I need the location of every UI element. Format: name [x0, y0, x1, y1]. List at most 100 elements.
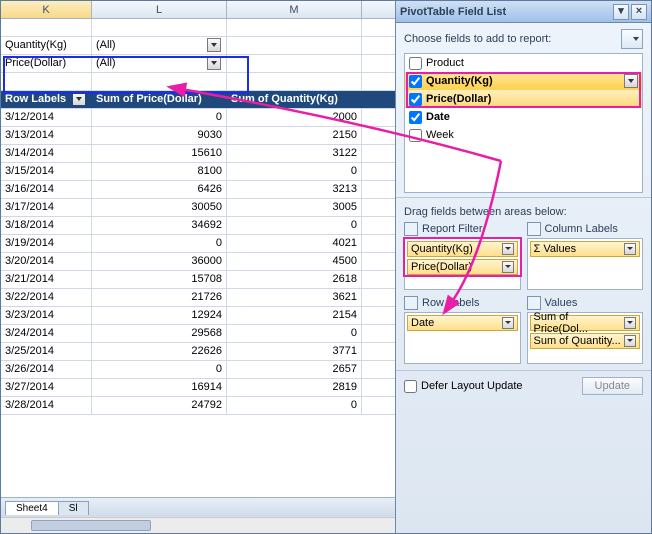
table-row[interactable]: 3/23/2014129242154: [1, 307, 395, 325]
qty-cell[interactable]: 0: [227, 397, 362, 414]
table-row[interactable]: 3/18/2014346920: [1, 217, 395, 235]
price-cell[interactable]: 0: [92, 109, 227, 126]
table-row[interactable]: 3/25/2014226263771: [1, 343, 395, 361]
sheet-tab[interactable]: Sl: [58, 501, 89, 515]
table-row[interactable]: 3/21/2014157082618: [1, 271, 395, 289]
qty-cell[interactable]: 2150: [227, 127, 362, 144]
price-cell[interactable]: 6426: [92, 181, 227, 198]
qty-cell[interactable]: 3213: [227, 181, 362, 198]
date-cell[interactable]: 3/26/2014: [1, 361, 92, 378]
table-row[interactable]: 3/28/2014247920: [1, 397, 395, 415]
qty-cell[interactable]: 2154: [227, 307, 362, 324]
price-cell[interactable]: 30050: [92, 199, 227, 216]
date-cell[interactable]: 3/18/2014: [1, 217, 92, 234]
date-cell[interactable]: 3/12/2014: [1, 109, 92, 126]
table-row[interactable]: 3/27/2014169142819: [1, 379, 395, 397]
price-cell[interactable]: 0: [92, 361, 227, 378]
chevron-down-icon[interactable]: ▾: [613, 4, 629, 20]
table-row[interactable]: 3/12/201402000: [1, 109, 395, 127]
date-cell[interactable]: 3/22/2014: [1, 289, 92, 306]
sheet-tab-active[interactable]: Sheet4: [5, 501, 59, 515]
filter-value[interactable]: (All): [92, 55, 227, 72]
field-row[interactable]: Price(Dollar): [405, 90, 642, 108]
qty-cell[interactable]: 2819: [227, 379, 362, 396]
price-cell[interactable]: 36000: [92, 253, 227, 270]
qty-cell[interactable]: 0: [227, 217, 362, 234]
price-cell[interactable]: 34692: [92, 217, 227, 234]
area-field-pill[interactable]: Sum of Quantity...: [530, 333, 641, 349]
field-row[interactable]: Product: [405, 54, 642, 72]
date-cell[interactable]: 3/27/2014: [1, 379, 92, 396]
date-cell[interactable]: 3/28/2014: [1, 397, 92, 414]
row-labels-header[interactable]: Row Labels: [1, 91, 92, 108]
price-cell[interactable]: 8100: [92, 163, 227, 180]
layout-options-button[interactable]: [621, 29, 643, 49]
column-header-K[interactable]: K: [1, 1, 92, 18]
price-cell[interactable]: 12924: [92, 307, 227, 324]
qty-cell[interactable]: 2000: [227, 109, 362, 126]
column-header-M[interactable]: M: [227, 1, 362, 18]
field-checkbox[interactable]: [409, 129, 422, 142]
price-cell[interactable]: 15610: [92, 145, 227, 162]
price-cell[interactable]: 29568: [92, 325, 227, 342]
date-cell[interactable]: 3/25/2014: [1, 343, 92, 360]
dropdown-icon[interactable]: [502, 243, 514, 255]
grid-body[interactable]: Quantity(Kg) (All) Price(Dollar) (All) R…: [1, 19, 395, 497]
horizontal-scrollbar[interactable]: [1, 517, 395, 533]
date-cell[interactable]: 3/23/2014: [1, 307, 92, 324]
price-cell[interactable]: 24792: [92, 397, 227, 414]
date-cell[interactable]: 3/20/2014: [1, 253, 92, 270]
area-field-pill[interactable]: Date: [407, 315, 518, 331]
table-row[interactable]: 3/13/201490302150: [1, 127, 395, 145]
table-row[interactable]: 3/22/2014217263621: [1, 289, 395, 307]
dropdown-icon[interactable]: [624, 243, 636, 255]
table-row[interactable]: 3/26/201402657: [1, 361, 395, 379]
field-checkbox[interactable]: [409, 57, 422, 70]
dropdown-icon[interactable]: [624, 317, 636, 329]
qty-cell[interactable]: 3771: [227, 343, 362, 360]
dropdown-icon[interactable]: [502, 317, 514, 329]
defer-update-checkbox[interactable]: [404, 380, 417, 393]
dropdown-icon[interactable]: [207, 56, 221, 70]
table-row[interactable]: 3/14/2014156103122: [1, 145, 395, 163]
area-field-pill[interactable]: Sum of Price(Dol...: [530, 315, 641, 331]
table-row[interactable]: 3/19/201404021: [1, 235, 395, 253]
date-cell[interactable]: 3/15/2014: [1, 163, 92, 180]
dropdown-icon[interactable]: [624, 74, 638, 88]
area-field-pill[interactable]: Quantity(Kg): [407, 241, 518, 257]
field-row[interactable]: Quantity(Kg): [405, 72, 642, 90]
qty-cell[interactable]: 3621: [227, 289, 362, 306]
field-checkbox[interactable]: [409, 75, 422, 88]
price-cell[interactable]: 21726: [92, 289, 227, 306]
qty-cell[interactable]: 2657: [227, 361, 362, 378]
area-field-pill[interactable]: Price(Dollar): [407, 259, 518, 275]
dropdown-icon[interactable]: [624, 335, 636, 347]
date-cell[interactable]: 3/17/2014: [1, 199, 92, 216]
qty-cell[interactable]: 3122: [227, 145, 362, 162]
column-header-L[interactable]: L: [92, 1, 227, 18]
qty-cell[interactable]: 4500: [227, 253, 362, 270]
date-cell[interactable]: 3/21/2014: [1, 271, 92, 288]
qty-cell[interactable]: 3005: [227, 199, 362, 216]
field-row[interactable]: Date: [405, 108, 642, 126]
table-row[interactable]: 3/20/2014360004500: [1, 253, 395, 271]
date-cell[interactable]: 3/13/2014: [1, 127, 92, 144]
dropdown-icon[interactable]: [502, 261, 514, 273]
field-checkbox[interactable]: [409, 93, 422, 106]
update-button[interactable]: Update: [582, 377, 643, 395]
close-icon[interactable]: ×: [631, 4, 647, 20]
table-row[interactable]: 3/16/201464263213: [1, 181, 395, 199]
date-cell[interactable]: 3/24/2014: [1, 325, 92, 342]
qty-cell[interactable]: 2618: [227, 271, 362, 288]
field-row[interactable]: Week: [405, 126, 642, 144]
price-cell[interactable]: 15708: [92, 271, 227, 288]
qty-cell[interactable]: 4021: [227, 235, 362, 252]
qty-cell[interactable]: 0: [227, 325, 362, 342]
field-checkbox[interactable]: [409, 111, 422, 124]
price-cell[interactable]: 22626: [92, 343, 227, 360]
date-cell[interactable]: 3/16/2014: [1, 181, 92, 198]
dropdown-icon[interactable]: [207, 38, 221, 52]
table-row[interactable]: 3/24/2014295680: [1, 325, 395, 343]
table-row[interactable]: 3/17/2014300503005: [1, 199, 395, 217]
qty-cell[interactable]: 0: [227, 163, 362, 180]
